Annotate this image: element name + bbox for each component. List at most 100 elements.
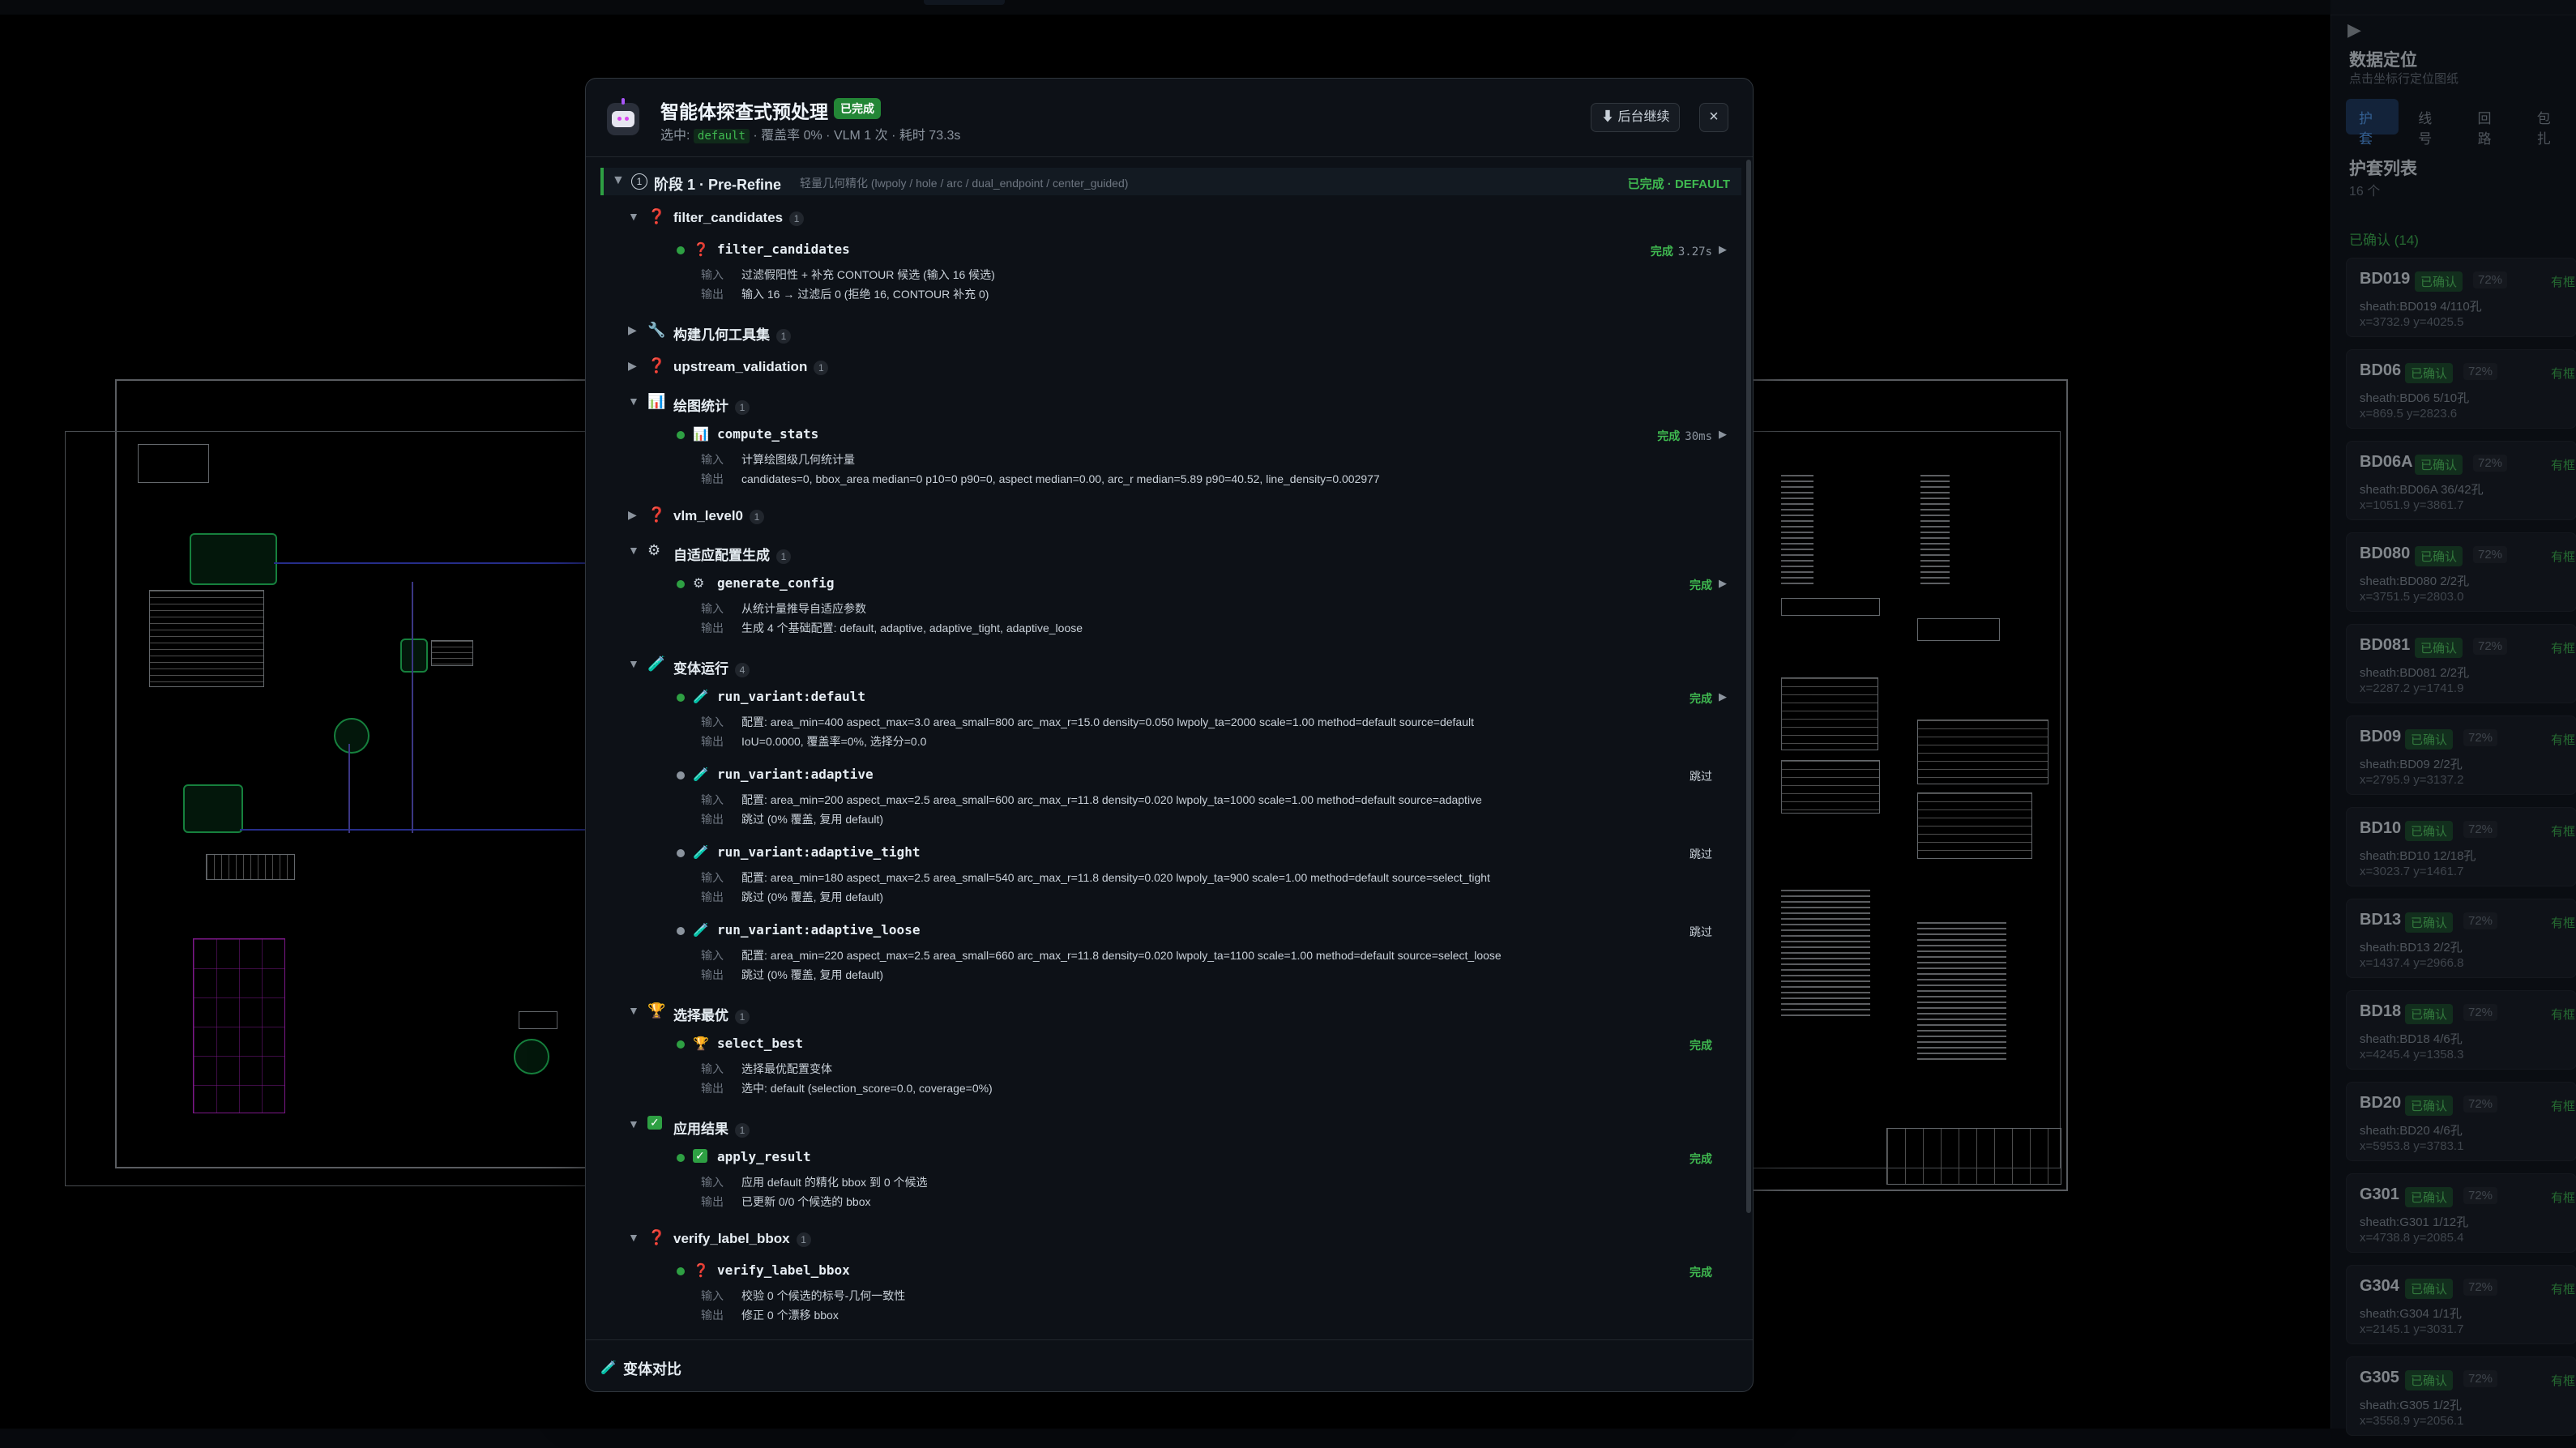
status-dot [677, 694, 685, 702]
step-status-text: 完成 [1690, 1039, 1712, 1052]
sheath-coordinates[interactable]: x=2287.2 y=1741.9 [2360, 681, 2463, 695]
chevron-down-icon[interactable]: ▼ [628, 544, 639, 557]
play-icon[interactable]: ▶ [1719, 243, 1727, 256]
step-item[interactable]: ✓ apply_result 完成 输入 应用 default 的精化 bbox 到 0… [670, 1147, 1732, 1219]
sheath-card[interactable]: BD080 已确认 72% 有框 sheath:BD080 2/2孔 x=3751.5 y… [2346, 532, 2576, 612]
sheath-coordinates[interactable]: x=3558.9 y=2056.1 [2360, 1414, 2463, 1428]
collapse-panel-icon[interactable]: ▶ [2347, 19, 2361, 41]
wrench-icon: 🔧 [647, 322, 666, 338]
sheath-coordinates[interactable]: x=869.5 y=2823.6 [2360, 407, 2457, 421]
sheath-coordinates[interactable]: x=5953.8 y=3783.1 [2360, 1139, 2463, 1153]
chevron-down-icon[interactable]: ▼ [628, 210, 639, 223]
step-input-row: 输入 配置: area_min=200 aspect_max=2.5 area_s… [701, 792, 1482, 808]
flask-icon: 🧪 [693, 846, 709, 860]
chevron-down-icon[interactable]: ▼ [628, 1004, 639, 1017]
confirmed-group-label[interactable]: 已确认 (14) [2349, 229, 2419, 249]
close-icon[interactable]: × [1699, 103, 1728, 132]
step-input-row: 输入 过滤假阳性 + 补充 CONTOUR 候选 (输入 16 候选) [701, 267, 995, 283]
sheath-coordinates[interactable]: x=4245.4 y=1358.3 [2360, 1048, 2463, 1061]
input-label: 输入 [701, 949, 724, 962]
chevron-down-icon[interactable]: ▼ [628, 1117, 639, 1130]
step-name: compute_stats [717, 426, 819, 442]
variant-compare-section[interactable]: 🧪 变体对比 [586, 1339, 1753, 1391]
step-status: 完成 [1690, 577, 1712, 593]
output-value: IoU=0.0000, 覆盖率=0%, 选择分=0.0 [741, 735, 927, 748]
chevron-down-icon[interactable]: ▼ [628, 657, 639, 670]
stage-header[interactable]: ▼ 1 阶段 1 · Pre-Refine 轻量几何精化 (lwpoly / h… [600, 168, 1741, 195]
continue-in-background-button[interactable]: ⬇ 后台继续 [1591, 103, 1681, 132]
sheath-coordinates[interactable]: x=4738.8 y=2085.4 [2360, 1231, 2463, 1245]
tab-wrap[interactable]: 包扎 [2524, 99, 2576, 147]
confidence-badge: 72% [2473, 455, 2508, 472]
dialog-body[interactable]: ▼ 1 阶段 1 · Pre-Refine 轻量几何精化 (lwpoly / h… [586, 156, 1753, 1339]
sheath-coordinates[interactable]: x=2145.1 y=3031.7 [2360, 1322, 2463, 1336]
step-name: filter_candidates [717, 241, 850, 257]
sheath-name: BD019 [2360, 270, 2411, 288]
step-item[interactable]: 🧪 run_variant:adaptive_tight 跳过 输入 配置: area_… [670, 842, 1732, 915]
step-item[interactable]: 📊 compute_stats 完成 30ms ▶ 输入 计算绘图级几何统计量 输出 candi… [670, 424, 1732, 497]
count-badge: 1 [735, 1010, 750, 1024]
count-badge: 1 [735, 400, 750, 415]
status-badge: 已完成 [834, 98, 881, 119]
sheath-card[interactable]: BD06A 已确认 72% 有框 sheath:BD06A 36/42孔 x=1051.9… [2346, 441, 2576, 520]
tab-circuit[interactable]: 回路 [2465, 99, 2518, 147]
sheath-coordinates[interactable]: x=1051.9 y=3861.7 [2360, 498, 2463, 512]
confidence-badge: 72% [2463, 363, 2498, 380]
has-frame-label: 有框 [2551, 642, 2576, 656]
play-icon[interactable]: ▶ [1719, 577, 1727, 590]
chevron-right-icon[interactable]: ▶ [628, 323, 637, 337]
sheath-card[interactable]: BD09 已确认 72% 有框 sheath:BD09 2/2孔 x=2795.9 y=3… [2346, 715, 2576, 795]
sheath-card[interactable]: BD019 已确认 72% 有框 sheath:BD019 4/110孔 x=3732.9… [2346, 258, 2576, 337]
sheath-info: sheath:BD019 4/110孔 [2360, 300, 2482, 314]
step-output-row: 输出 生成 4 个基础配置: default, adaptive, adaptiv… [701, 620, 1083, 636]
dialog-header: 智能体探查式预处理 已完成 选中: default · 覆盖率 0% · VLM… [586, 79, 1753, 157]
sheath-coordinates[interactable]: x=3732.9 y=4025.5 [2360, 315, 2463, 329]
step-item[interactable]: 🏆 select_best 完成 输入 选择最优配置变体 输出 选中: default (s… [670, 1033, 1732, 1106]
input-value: 配置: area_min=180 aspect_max=2.5 area_sma… [741, 871, 1490, 884]
output-label: 输出 [701, 891, 724, 903]
chevron-right-icon[interactable]: ▶ [628, 359, 637, 373]
confirmed-badge: 已确认 [2405, 912, 2454, 933]
play-icon[interactable]: ▶ [1719, 690, 1727, 703]
sheath-coordinates[interactable]: x=2795.9 y=3137.2 [2360, 773, 2463, 787]
sheath-card[interactable]: G305 已确认 72% 有框 sheath:G305 1/2孔 x=3558.9 y=2… [2346, 1356, 2576, 1436]
step-item[interactable]: ⚙ generate_config 完成 ▶ 输入 从统计量推导自适应参数 输出 生成 4 个… [670, 573, 1732, 646]
sheath-card[interactable]: BD18 已确认 72% 有框 sheath:BD18 4/6孔 x=4245.4 y=1… [2346, 990, 2576, 1070]
sheath-coordinates[interactable]: x=1437.4 y=2966.8 [2360, 956, 2463, 970]
step-item[interactable]: ❓ verify_label_bbox 完成 输入 校验 0 个候选的标号-几何一致性输… [670, 1260, 1732, 1333]
gear-icon: ⚙ [693, 577, 705, 591]
sheath-card[interactable]: G301 已确认 72% 有框 sheath:G301 1/12孔 x=4738.8 y=… [2346, 1173, 2576, 1253]
sheath-card[interactable]: BD20 已确认 72% 有框 sheath:BD20 4/6孔 x=5953.8 y=3… [2346, 1082, 2576, 1161]
step-status: 跳过 [1690, 768, 1712, 784]
step-output-row: 输出 candidates=0, bbox_area median=0 p10=0… [701, 471, 1380, 487]
trophy-icon: 🏆 [647, 1002, 666, 1019]
sheath-card[interactable]: BD081 已确认 72% 有框 sheath:BD081 2/2孔 x=2287.2 y… [2346, 624, 2576, 703]
step-item[interactable]: ❓ filter_candidates 完成 3.27s ▶ 输入 过滤假阳性 + 补充 C… [670, 239, 1732, 312]
confidence-badge: 72% [2463, 821, 2498, 838]
input-value: 过滤假阳性 + 补充 CONTOUR 候选 (输入 16 候选) [741, 268, 995, 281]
step-item[interactable]: 🧪 run_variant:default 完成 ▶ 输入 配置: area_min=40… [670, 686, 1732, 759]
sheath-card[interactable]: BD13 已确认 72% 有框 sheath:BD13 2/2孔 x=1437.4 y=2… [2346, 899, 2576, 978]
scrollbar[interactable] [1746, 160, 1751, 1213]
sheath-card[interactable]: BD06 已确认 72% 有框 sheath:BD06 5/10孔 x=869.5 y=2… [2346, 349, 2576, 429]
sheath-card[interactable]: G304 已确认 72% 有框 sheath:G304 1/1孔 x=2145.1 y=3… [2346, 1265, 2576, 1344]
sheath-card[interactable]: BD10 已确认 72% 有框 sheath:BD10 12/18孔 x=3023.7 y… [2346, 807, 2576, 886]
step-item[interactable]: 🧪 run_variant:adaptive_loose 跳过 输入 配置: area_… [670, 920, 1732, 993]
chevron-right-icon[interactable]: ▶ [628, 508, 637, 522]
chevron-down-icon[interactable]: ▼ [612, 173, 625, 188]
step-name: verify_label_bbox [717, 1262, 850, 1278]
step-input-row: 输入 从统计量推导自适应参数 [701, 600, 866, 617]
confirmed-badge: 已确认 [2405, 1004, 2454, 1024]
list-title: 护套列表 [2349, 160, 2417, 178]
sheath-coordinates[interactable]: x=3751.5 y=2803.0 [2360, 590, 2463, 604]
confirmed-badge: 已确认 [2415, 455, 2463, 475]
step-item[interactable]: 🧪 run_variant:adaptive 跳过 输入 配置: area_min=20… [670, 764, 1732, 837]
sheath-info: sheath:BD06 5/10孔 [2360, 391, 2470, 405]
tab-wire-number[interactable]: 线号 [2405, 99, 2458, 147]
chevron-down-icon[interactable]: ▼ [628, 395, 639, 408]
play-icon[interactable]: ▶ [1719, 428, 1727, 441]
selected-variant: default [693, 129, 750, 143]
sheath-coordinates[interactable]: x=3023.7 y=1461.7 [2360, 865, 2463, 878]
chevron-down-icon[interactable]: ▼ [628, 1231, 639, 1244]
tab-sheath[interactable]: 护套 [2346, 99, 2399, 147]
